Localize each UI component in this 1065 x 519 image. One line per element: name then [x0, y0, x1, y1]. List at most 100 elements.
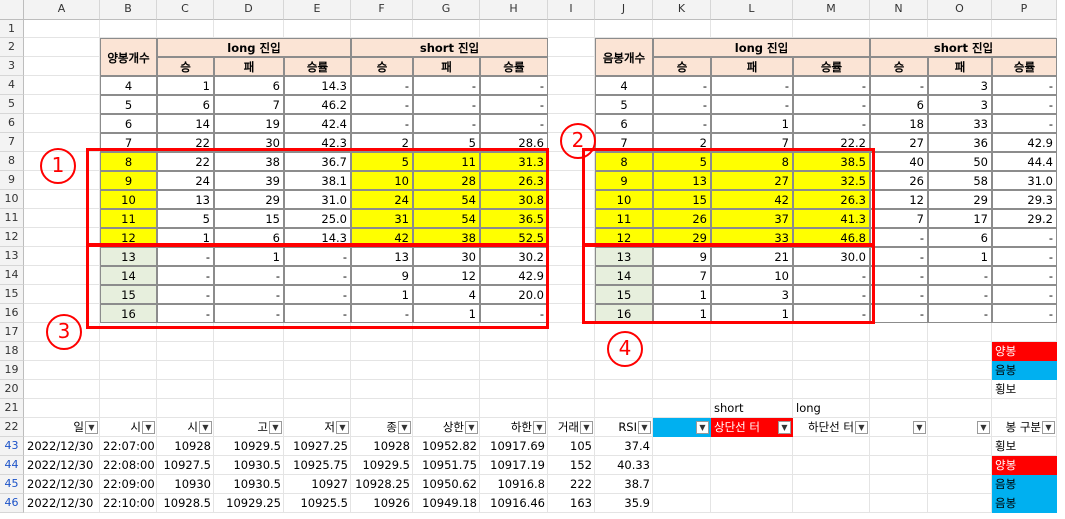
- empty-cell[interactable]: [870, 323, 928, 342]
- left_table-cell[interactable]: -: [480, 95, 548, 114]
- row-header-16[interactable]: 16: [0, 304, 24, 323]
- row-header-12[interactable]: 12: [0, 228, 24, 247]
- candle-type-cell[interactable]: 양봉: [992, 456, 1057, 475]
- data-cell[interactable]: 22:10:00: [100, 494, 157, 513]
- data-cell[interactable]: 10952.82: [413, 437, 480, 456]
- right_table-cell[interactable]: 6: [870, 95, 928, 114]
- right_table-cell[interactable]: -: [992, 228, 1057, 247]
- empty-cell[interactable]: [100, 342, 157, 361]
- empty-cell[interactable]: [653, 456, 711, 475]
- right_table-cell[interactable]: 18: [870, 114, 928, 133]
- row-header-21[interactable]: 21: [0, 399, 24, 418]
- data-cell[interactable]: 10951.75: [413, 456, 480, 475]
- right_table-cell[interactable]: -: [928, 304, 992, 323]
- empty-cell[interactable]: [24, 361, 100, 380]
- empty-cell[interactable]: [653, 494, 711, 513]
- empty-cell[interactable]: [793, 342, 870, 361]
- filter-dropdown-icon[interactable]: ▼: [778, 421, 791, 434]
- empty-cell[interactable]: [928, 399, 992, 418]
- right_table-cell[interactable]: -: [992, 114, 1057, 133]
- column-header-H[interactable]: H: [480, 0, 548, 20]
- filter-dropdown-icon[interactable]: ▼: [336, 421, 349, 434]
- empty-cell[interactable]: [653, 20, 711, 38]
- left_table-short-title[interactable]: short 진입: [351, 38, 548, 57]
- filter-dropdown-icon[interactable]: ▼: [1042, 421, 1055, 434]
- empty-cell[interactable]: [413, 361, 480, 380]
- right_table-cell[interactable]: 42.9: [992, 133, 1057, 152]
- filter-dropdown-icon[interactable]: ▼: [199, 421, 212, 434]
- right_table-cell[interactable]: -: [992, 247, 1057, 266]
- legend-flat[interactable]: 횡보: [992, 380, 1057, 399]
- row-header-13[interactable]: 13: [0, 247, 24, 266]
- right_table-cell[interactable]: -: [992, 304, 1057, 323]
- row-header-44[interactable]: 44: [0, 456, 24, 475]
- empty-cell[interactable]: [284, 361, 351, 380]
- right_table-cell[interactable]: -: [870, 304, 928, 323]
- empty-cell[interactable]: [928, 342, 992, 361]
- empty-cell[interactable]: [653, 342, 711, 361]
- empty-cell[interactable]: [992, 20, 1057, 38]
- column-header-B[interactable]: B: [100, 0, 157, 20]
- select-all-corner[interactable]: [0, 0, 24, 20]
- right_table-cell[interactable]: -: [793, 76, 870, 95]
- empty-cell[interactable]: [653, 437, 711, 456]
- data-cell[interactable]: 10928.5: [157, 494, 214, 513]
- filter-dropdown-icon[interactable]: ▼: [533, 421, 546, 434]
- data-cell[interactable]: 40.33: [595, 456, 653, 475]
- filter-dropdown-icon[interactable]: ▼: [696, 421, 709, 434]
- data-cell[interactable]: 10928: [157, 437, 214, 456]
- right_table-cell[interactable]: -: [793, 95, 870, 114]
- empty-cell[interactable]: [157, 20, 214, 38]
- right_table-cell[interactable]: -: [793, 114, 870, 133]
- empty-cell[interactable]: [214, 399, 284, 418]
- row-header-43[interactable]: 43: [0, 437, 24, 456]
- empty-cell[interactable]: [928, 494, 992, 513]
- data-cell[interactable]: 10950.62: [413, 475, 480, 494]
- left_table-cell[interactable]: -: [413, 114, 480, 133]
- row-header-45[interactable]: 45: [0, 475, 24, 494]
- right_table-cell[interactable]: 1: [711, 114, 793, 133]
- data-cell[interactable]: 10927: [284, 475, 351, 494]
- empty-cell[interactable]: [653, 361, 711, 380]
- row-header-17[interactable]: 17: [0, 323, 24, 342]
- left_table-count-header[interactable]: 양봉개수: [100, 38, 157, 76]
- left_table-cell[interactable]: 14: [157, 114, 214, 133]
- empty-cell[interactable]: [793, 475, 870, 494]
- empty-cell[interactable]: [284, 380, 351, 399]
- right_table-cell[interactable]: 3: [928, 76, 992, 95]
- filter-dropdown-icon[interactable]: ▼: [465, 421, 478, 434]
- column-header-M[interactable]: M: [793, 0, 870, 20]
- empty-cell[interactable]: [870, 494, 928, 513]
- empty-cell[interactable]: [413, 399, 480, 418]
- right_table-cell[interactable]: 58: [928, 171, 992, 190]
- data-cell[interactable]: 10925.5: [284, 494, 351, 513]
- left_table-cell[interactable]: 6: [100, 114, 157, 133]
- right_table-cell[interactable]: -: [653, 114, 711, 133]
- empty-cell[interactable]: [480, 342, 548, 361]
- right_table-cell[interactable]: 40: [870, 152, 928, 171]
- right_table-cell[interactable]: 5: [595, 95, 653, 114]
- column-header-A[interactable]: A: [24, 0, 100, 20]
- right_table-cell[interactable]: 1: [928, 247, 992, 266]
- right_table-subheader[interactable]: 승률: [992, 57, 1057, 76]
- data-cell[interactable]: 10929.5: [351, 456, 413, 475]
- row-header-3[interactable]: 3: [0, 57, 24, 76]
- empty-cell[interactable]: [711, 342, 793, 361]
- row-header-4[interactable]: 4: [0, 76, 24, 95]
- right_table-cell[interactable]: 27: [870, 133, 928, 152]
- left_table-cell[interactable]: -: [480, 114, 548, 133]
- row-header-8[interactable]: 8: [0, 152, 24, 171]
- right_table-cell[interactable]: 6: [928, 228, 992, 247]
- right_table-cell[interactable]: 33: [928, 114, 992, 133]
- data-cell[interactable]: 37.4: [595, 437, 653, 456]
- empty-cell[interactable]: [928, 437, 992, 456]
- empty-cell[interactable]: [595, 399, 653, 418]
- right_table-subheader[interactable]: 승: [870, 57, 928, 76]
- data-cell[interactable]: 10929.25: [214, 494, 284, 513]
- data-cell[interactable]: 10927.25: [284, 437, 351, 456]
- filter-dropdown-icon[interactable]: ▼: [638, 421, 651, 434]
- left_table-cell[interactable]: 1: [157, 76, 214, 95]
- data-cell[interactable]: 10927.5: [157, 456, 214, 475]
- right_table-cell[interactable]: 3: [928, 95, 992, 114]
- data-cell[interactable]: 152: [548, 456, 595, 475]
